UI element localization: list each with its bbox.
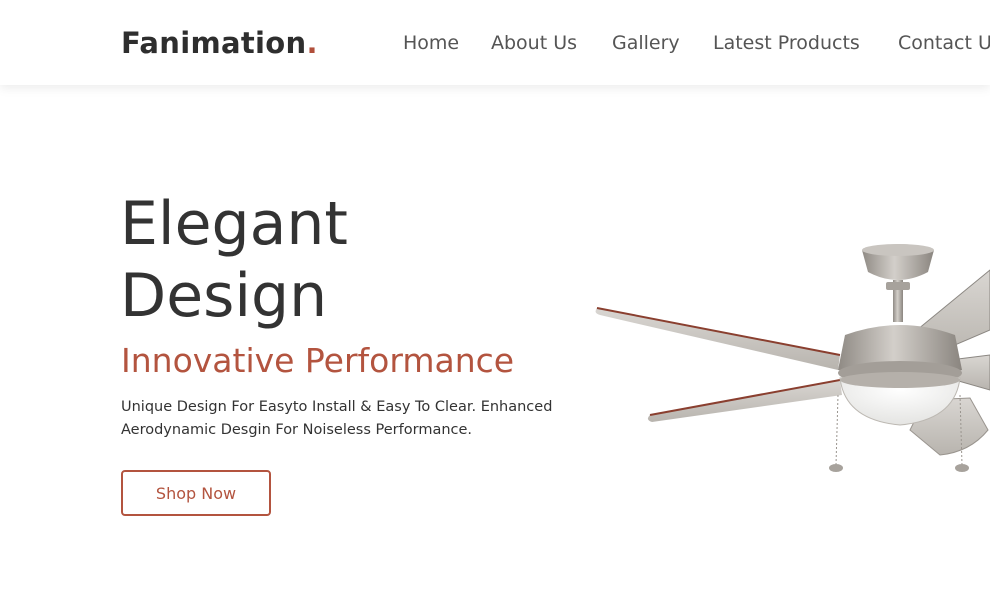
nav-link-about-us[interactable]: About Us (491, 32, 577, 54)
fan-canopy-top (862, 244, 934, 256)
nav-link-home[interactable]: Home (403, 32, 459, 54)
fan-pull-chain-fob (829, 464, 843, 472)
hero-title-line-1: Elegant (120, 189, 348, 259)
hero-description: Unique Design For Easyto Install & Easy … (121, 399, 553, 438)
fan-light-rim (840, 372, 960, 388)
fan-blade (595, 308, 840, 370)
fan-downrod-collar (886, 282, 910, 290)
ceiling-fan-image (595, 244, 990, 472)
shop-now-button[interactable]: Shop Now (121, 470, 271, 516)
fan-pull-chain (835, 394, 839, 466)
hero-subtitle: Innovative Performance (121, 341, 515, 380)
brand-dot: . (306, 26, 318, 60)
fan-blade-edge (596, 307, 841, 356)
nav-link-latest-products[interactable]: Latest Products (713, 32, 860, 54)
nav-link-gallery[interactable]: Gallery (612, 32, 680, 54)
fan-blade (647, 380, 842, 422)
hero-title-line-2: Design (120, 261, 328, 331)
nav-link-contact-us[interactable]: Contact Us (898, 32, 990, 54)
site-header: Fanimation. Home About Us Gallery Latest… (0, 0, 990, 85)
hero-title: Elegant Design (120, 188, 348, 332)
brand-logo[interactable]: Fanimation. (121, 26, 318, 60)
brand-name: Fanimation (121, 26, 307, 60)
fan-pull-chain-fob (955, 464, 969, 472)
